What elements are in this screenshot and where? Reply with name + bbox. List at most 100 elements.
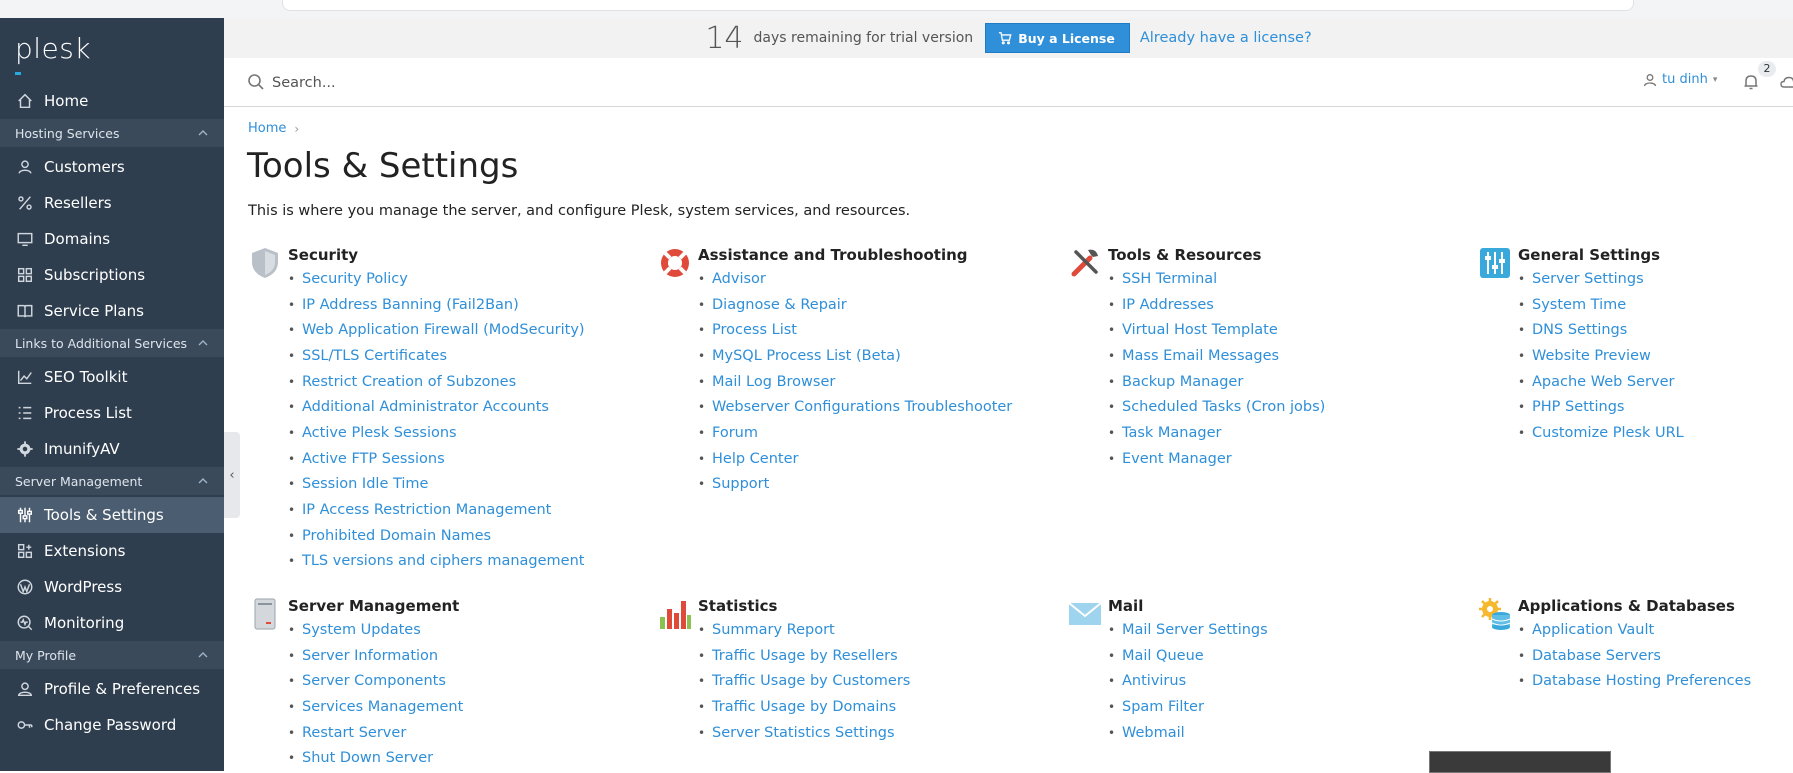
link-services-management[interactable]: • Services Management — [288, 694, 463, 720]
link-help-center[interactable]: • Help Center — [698, 446, 1012, 472]
sidebar-item-wordpress[interactable]: WordPress — [0, 569, 224, 605]
link-mysql-process-list[interactable]: • MySQL Process List (Beta) — [698, 343, 1012, 369]
search-input[interactable] — [270, 70, 874, 96]
percent-icon — [15, 193, 35, 213]
chevron-up-icon — [198, 478, 208, 484]
sidebar-item-monitoring[interactable]: Monitoring — [0, 605, 224, 641]
link-list: • Mail Server Settings • Mail Queue • Antiv… — [1108, 617, 1268, 745]
link-website-preview[interactable]: • Website Preview — [1518, 343, 1684, 369]
sidebar-item-seo-toolkit[interactable]: SEO Toolkit — [0, 359, 224, 395]
link-shut-down-server[interactable]: • Shut Down Server — [288, 745, 463, 771]
link-summary-report[interactable]: • Summary Report — [698, 617, 910, 643]
link-traffic-by-domains[interactable]: • Traffic Usage by Domains — [698, 694, 910, 720]
sidebar-group-links[interactable]: Links to Additional Services — [0, 329, 224, 357]
link-traffic-by-resellers[interactable]: • Traffic Usage by Resellers — [698, 643, 910, 669]
chevron-up-icon — [198, 652, 208, 658]
section-title: Tools & Resources — [1108, 246, 1262, 264]
page-description: This is where you manage the server, and… — [248, 203, 911, 219]
chevron-right-icon: › — [294, 121, 300, 136]
link-additional-admin-accounts[interactable]: • Additional Administrator Accounts — [288, 394, 585, 420]
link-task-manager[interactable]: • Task Manager — [1108, 420, 1325, 446]
sidebar-group-hosting[interactable]: Hosting Services — [0, 119, 224, 147]
logo-text: plesk — [15, 32, 92, 65]
link-server-statistics-settings[interactable]: • Server Statistics Settings — [698, 720, 910, 746]
link-ip-access-restriction[interactable]: • IP Access Restriction Management — [288, 497, 585, 523]
breadcrumb-home-link[interactable]: Home — [248, 121, 286, 136]
link-prohibited-domain-names[interactable]: • Prohibited Domain Names — [288, 523, 585, 549]
notification-toast[interactable] — [1429, 751, 1611, 773]
link-ip-address-banning[interactable]: • IP Address Banning (Fail2Ban) — [288, 292, 585, 318]
link-process-list[interactable]: • Process List — [698, 317, 1012, 343]
link-apache-web-server[interactable]: • Apache Web Server — [1518, 369, 1684, 395]
sidebar-collapse-handle[interactable]: ‹ — [224, 432, 240, 518]
link-active-ftp-sessions[interactable]: • Active FTP Sessions — [288, 446, 585, 472]
link-ssl-tls-certificates[interactable]: • SSL/TLS Certificates — [288, 343, 585, 369]
link-restart-server[interactable]: • Restart Server — [288, 720, 463, 746]
link-mail-log-browser[interactable]: • Mail Log Browser — [698, 369, 1012, 395]
section-title: Server Management — [288, 597, 460, 615]
section-title: General Settings — [1518, 246, 1661, 264]
user-name: tu dinh — [1662, 72, 1708, 87]
plesk-logo[interactable]: plesk — [15, 32, 92, 75]
user-settings-icon — [15, 679, 35, 699]
link-antivirus[interactable]: • Antivirus — [1108, 668, 1268, 694]
link-server-components[interactable]: • Server Components — [288, 668, 463, 694]
sidebar-item-home[interactable]: Home — [0, 83, 224, 119]
link-diagnose-repair[interactable]: • Diagnose & Repair — [698, 292, 1012, 318]
link-ip-addresses[interactable]: • IP Addresses — [1108, 292, 1325, 318]
link-scheduled-tasks[interactable]: • Scheduled Tasks (Cron jobs) — [1108, 394, 1325, 420]
link-database-hosting-preferences[interactable]: • Database Hosting Preferences — [1518, 668, 1751, 694]
link-traffic-by-customers[interactable]: • Traffic Usage by Customers — [698, 668, 910, 694]
link-php-settings[interactable]: • PHP Settings — [1518, 394, 1684, 420]
sidebar-item-imunifyav[interactable]: ImunifyAV — [0, 431, 224, 467]
link-forum[interactable]: • Forum — [698, 420, 1012, 446]
link-customize-plesk-url[interactable]: • Customize Plesk URL — [1518, 420, 1684, 446]
link-spam-filter[interactable]: • Spam Filter — [1108, 694, 1268, 720]
already-have-license-link[interactable]: Already have a license? — [1140, 30, 1312, 46]
sidebar-item-domains[interactable]: Domains — [0, 221, 224, 257]
home-icon — [15, 91, 35, 111]
link-web-application-firewall[interactable]: • Web Application Firewall (ModSecurity) — [288, 317, 585, 343]
link-session-idle-time[interactable]: • Session Idle Time — [288, 472, 585, 498]
buy-license-button[interactable]: Buy a License — [985, 23, 1130, 53]
link-tls-versions-ciphers[interactable]: • TLS versions and ciphers management — [288, 549, 585, 575]
chevron-down-icon: ▾ — [1712, 74, 1718, 85]
link-webmail[interactable]: • Webmail — [1108, 720, 1268, 746]
link-mail-server-settings[interactable]: • Mail Server Settings — [1108, 617, 1268, 643]
sidebar-item-customers[interactable]: Customers — [0, 149, 224, 185]
link-advisor[interactable]: • Advisor — [698, 266, 1012, 292]
sidebar-group-server[interactable]: Server Management — [0, 467, 224, 495]
sidebar-item-extensions[interactable]: Extensions — [0, 533, 224, 569]
link-mass-email-messages[interactable]: • Mass Email Messages — [1108, 343, 1325, 369]
link-support[interactable]: • Support — [698, 472, 1012, 498]
link-server-settings[interactable]: • Server Settings — [1518, 266, 1684, 292]
breadcrumb: Home › — [248, 121, 299, 136]
sidebar-item-change-password[interactable]: Change Password — [0, 707, 224, 743]
sidebar-item-subscriptions[interactable]: Subscriptions — [0, 257, 224, 293]
sidebar-item-tools-settings[interactable]: Tools & Settings — [0, 497, 224, 533]
browser-address-bar[interactable] — [282, 0, 1634, 11]
link-application-vault[interactable]: • Application Vault — [1518, 617, 1751, 643]
link-system-time[interactable]: • System Time — [1518, 292, 1684, 318]
user-menu[interactable]: tu dinh ▾ — [1643, 72, 1717, 87]
link-virtual-host-template[interactable]: • Virtual Host Template — [1108, 317, 1325, 343]
link-webserver-troubleshooter[interactable]: • Webserver Configurations Troubleshooter — [698, 394, 1012, 420]
cloud-icon[interactable] — [1780, 74, 1793, 90]
sidebar-group-profile[interactable]: My Profile — [0, 641, 224, 669]
sidebar-item-process-list[interactable]: Process List — [0, 395, 224, 431]
link-event-manager[interactable]: • Event Manager — [1108, 446, 1325, 472]
bell-icon[interactable] — [1741, 72, 1761, 92]
link-backup-manager[interactable]: • Backup Manager — [1108, 369, 1325, 395]
link-active-plesk-sessions[interactable]: • Active Plesk Sessions — [288, 420, 585, 446]
sidebar-item-profile-preferences[interactable]: Profile & Preferences — [0, 671, 224, 707]
link-dns-settings[interactable]: • DNS Settings — [1518, 317, 1684, 343]
link-system-updates[interactable]: • System Updates — [288, 617, 463, 643]
sidebar-item-service-plans[interactable]: Service Plans — [0, 293, 224, 329]
link-security-policy[interactable]: • Security Policy — [288, 266, 585, 292]
link-ssh-terminal[interactable]: • SSH Terminal — [1108, 266, 1325, 292]
link-database-servers[interactable]: • Database Servers — [1518, 643, 1751, 669]
link-restrict-subzones[interactable]: • Restrict Creation of Subzones — [288, 369, 585, 395]
link-server-information[interactable]: • Server Information — [288, 643, 463, 669]
link-mail-queue[interactable]: • Mail Queue — [1108, 643, 1268, 669]
sidebar-item-resellers[interactable]: Resellers — [0, 185, 224, 221]
